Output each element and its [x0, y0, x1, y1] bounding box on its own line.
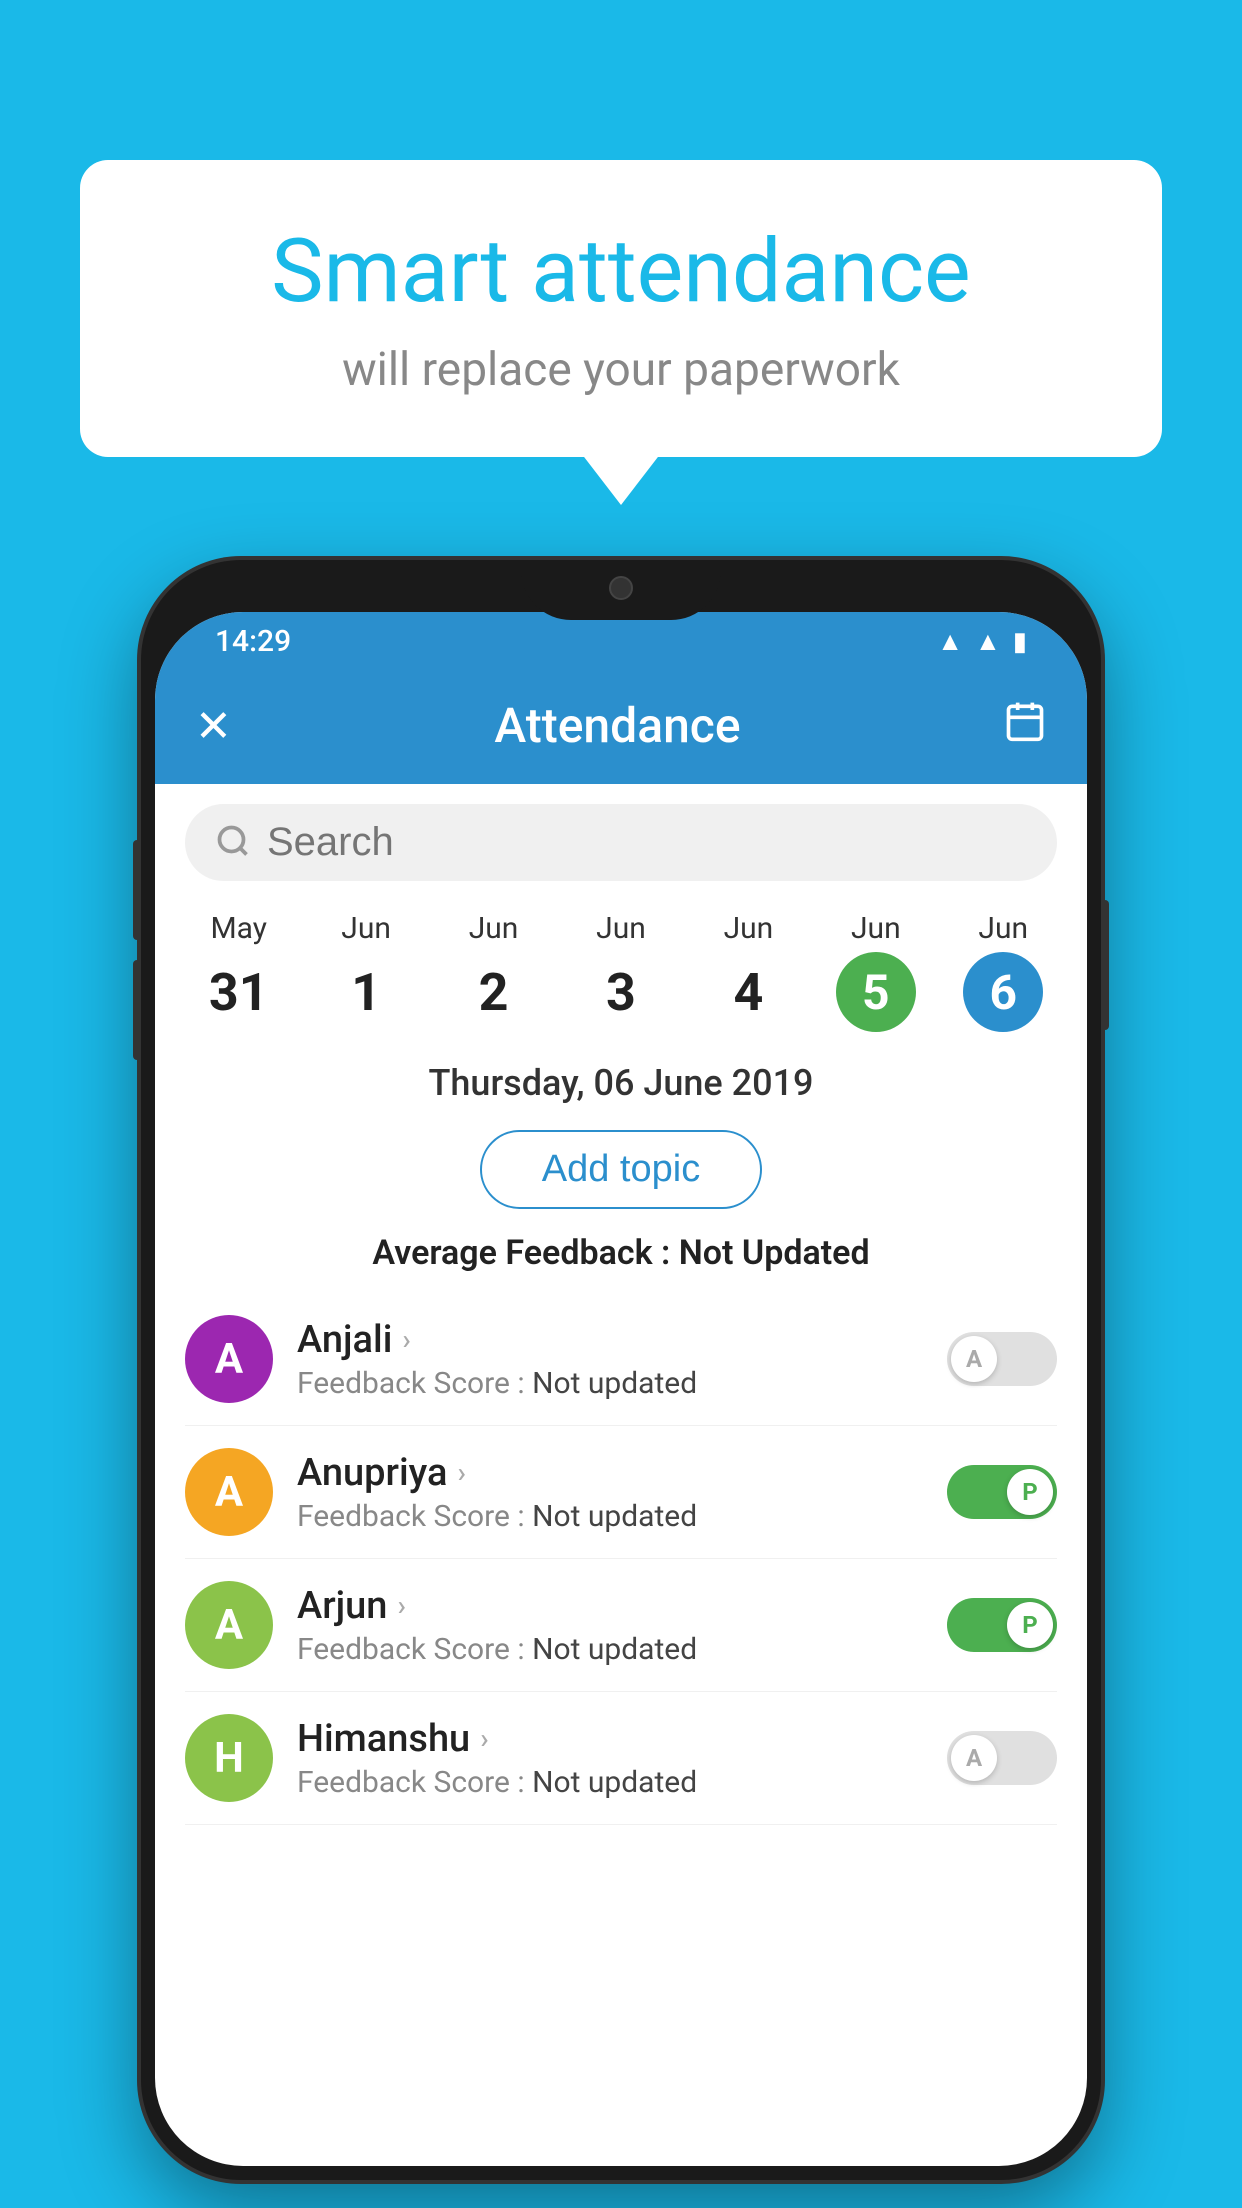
wifi-icon: ▲ [937, 626, 963, 657]
student-avatar-2: A [185, 1581, 273, 1669]
app-header: ✕ Attendance [155, 667, 1087, 784]
student-row-2[interactable]: A Arjun› Feedback Score : Not updated P [185, 1559, 1057, 1692]
student-feedback-0: Feedback Score : Not updated [297, 1366, 923, 1401]
date-day-3[interactable]: 3 [581, 952, 661, 1032]
student-name-1[interactable]: Anupriya› [297, 1451, 923, 1495]
student-list: AAnjali›Feedback Score : Not updatedAAAn… [155, 1293, 1087, 1825]
chevron-icon-3: › [480, 1722, 488, 1755]
toggle-container-2[interactable]: P [947, 1598, 1057, 1652]
chevron-icon-2: › [397, 1589, 405, 1622]
toggle-container-3[interactable]: A [947, 1731, 1057, 1785]
student-feedback-1: Feedback Score : Not updated [297, 1499, 923, 1534]
date-col-2[interactable]: Jun 2 [430, 911, 557, 1032]
date-day-2[interactable]: 2 [454, 952, 534, 1032]
student-name-0[interactable]: Anjali› [297, 1318, 923, 1362]
student-info-3: Himanshu› Feedback Score : Not updated [297, 1717, 923, 1800]
student-row-3[interactable]: H Himanshu› Feedback Score : Not updated A [185, 1692, 1057, 1825]
toggle-knob-1: P [1007, 1469, 1053, 1515]
speech-bubble-container: Smart attendance will replace your paper… [80, 160, 1162, 457]
toggle-knob-2: P [1007, 1602, 1053, 1648]
date-day-0[interactable]: 31 [199, 952, 279, 1032]
date-month-5: Jun [851, 911, 901, 946]
student-info-0: Anjali› Feedback Score : Not updated [297, 1318, 923, 1401]
avg-feedback-label: Average Feedback : [372, 1233, 678, 1273]
toggle-knob-0: A [951, 1336, 997, 1382]
student-name-3[interactable]: Himanshu› [297, 1717, 923, 1761]
search-bar[interactable] [185, 804, 1057, 881]
attendance-toggle-2[interactable]: P [947, 1598, 1057, 1652]
attendance-toggle-3[interactable]: A [947, 1731, 1057, 1785]
phone-body: 14:29 ▲ ▲ ▮ ✕ Attendance [141, 560, 1101, 2180]
toggle-knob-3: A [951, 1735, 997, 1781]
date-day-4[interactable]: 4 [708, 952, 788, 1032]
power-button [1101, 900, 1109, 1030]
date-col-0[interactable]: May 31 [175, 911, 302, 1032]
search-input[interactable] [267, 820, 1027, 865]
volume-up-button [133, 840, 141, 940]
date-day-1[interactable]: 1 [326, 952, 406, 1032]
signal-icon: ▲ [975, 626, 1001, 657]
student-info-2: Arjun› Feedback Score : Not updated [297, 1584, 923, 1667]
student-feedback-3: Feedback Score : Not updated [297, 1765, 923, 1800]
date-month-3: Jun [596, 911, 646, 946]
date-day-5[interactable]: 5 [836, 952, 916, 1032]
date-month-4: Jun [724, 911, 774, 946]
date-scroll[interactable]: May 31 Jun 1 Jun 2 Jun 3 Jun 4 Jun 5 Jun 6 [155, 901, 1087, 1042]
search-icon [215, 823, 251, 863]
phone-wrapper: 14:29 ▲ ▲ ▮ ✕ Attendance [141, 560, 1101, 2180]
front-camera [609, 576, 633, 600]
phone-notch [521, 560, 721, 620]
student-feedback-2: Feedback Score : Not updated [297, 1632, 923, 1667]
status-time: 14:29 [195, 624, 291, 659]
date-month-2: Jun [469, 911, 519, 946]
date-col-1[interactable]: Jun 1 [302, 911, 429, 1032]
phone-screen: 14:29 ▲ ▲ ▮ ✕ Attendance [155, 612, 1087, 2166]
student-avatar-1: A [185, 1448, 273, 1536]
volume-down-button [133, 960, 141, 1060]
student-name-2[interactable]: Arjun› [297, 1584, 923, 1628]
attendance-toggle-1[interactable]: P [947, 1465, 1057, 1519]
date-col-5[interactable]: Jun 5 [812, 911, 939, 1032]
student-avatar-0: A [185, 1315, 273, 1403]
chevron-icon-0: › [402, 1323, 410, 1356]
date-col-6[interactable]: Jun 6 [940, 911, 1067, 1032]
header-title: Attendance [232, 697, 1003, 754]
date-month-1: Jun [341, 911, 391, 946]
bubble-title: Smart attendance [160, 220, 1082, 323]
speech-bubble: Smart attendance will replace your paper… [80, 160, 1162, 457]
student-row-0[interactable]: A Anjali› Feedback Score : Not updated A [185, 1293, 1057, 1426]
toggle-container-0[interactable]: A [947, 1332, 1057, 1386]
avg-feedback-value: Not Updated [679, 1233, 870, 1273]
selected-date: Thursday, 06 June 2019 [155, 1042, 1087, 1114]
student-row-1[interactable]: A Anupriya› Feedback Score : Not updated P [185, 1426, 1057, 1559]
avg-feedback: Average Feedback : Not Updated [155, 1225, 1087, 1293]
close-button[interactable]: ✕ [195, 700, 232, 752]
battery-icon: ▮ [1013, 627, 1027, 657]
date-month-0: May [210, 911, 266, 946]
toggle-container-1[interactable]: P [947, 1465, 1057, 1519]
student-avatar-3: H [185, 1714, 273, 1802]
status-icons: ▲ ▲ ▮ [937, 626, 1047, 657]
date-month-6: Jun [978, 911, 1028, 946]
student-info-1: Anupriya› Feedback Score : Not updated [297, 1451, 923, 1534]
add-topic-button[interactable]: Add topic [480, 1130, 762, 1209]
chevron-icon-1: › [457, 1456, 465, 1489]
attendance-toggle-0[interactable]: A [947, 1332, 1057, 1386]
calendar-icon[interactable] [1003, 699, 1047, 753]
bubble-subtitle: will replace your paperwork [160, 343, 1082, 397]
date-col-4[interactable]: Jun 4 [685, 911, 812, 1032]
date-col-3[interactable]: Jun 3 [557, 911, 684, 1032]
date-day-6[interactable]: 6 [963, 952, 1043, 1032]
